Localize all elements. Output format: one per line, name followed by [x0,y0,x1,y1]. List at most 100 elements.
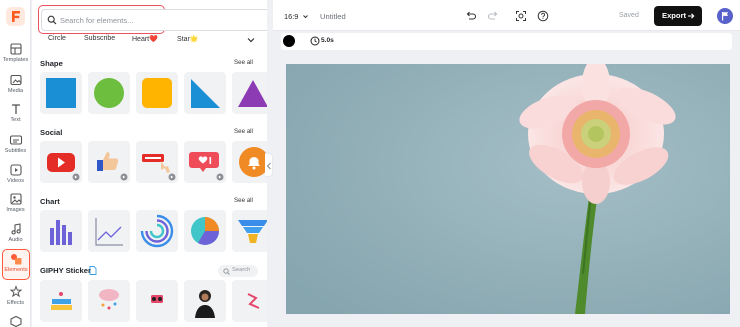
giphy-search-placeholder: Search [232,267,251,273]
youtube-play-icon [47,153,80,181]
social-tile-youtube[interactable] [40,141,82,183]
chip-circle[interactable]: Circle [48,35,66,42]
section-title-chart: Chart [40,197,60,206]
panel-collapse-handle[interactable] [265,153,273,177]
media-icon [9,74,22,86]
social-tile-subscribe[interactable] [136,141,178,183]
element-toolbar: 5.0s [281,33,732,50]
line-chart-icon [95,218,123,246]
export-label: Export [662,11,687,20]
giphy-sticker-misc[interactable] [232,280,267,322]
export-button[interactable]: Export [654,6,702,26]
chart-tile-pie[interactable] [184,210,226,252]
shape-tile-square[interactable] [40,72,82,114]
section-title-shape: Shape [40,59,63,68]
chip-heart[interactable]: Heart❤️ [132,35,158,43]
sidebar-item-label: Videos [6,178,24,184]
sidebar-item-effects[interactable]: Effects [0,283,31,314]
right-triangle-shape-icon [191,79,220,108]
help-icon[interactable] [537,10,549,22]
search-field[interactable] [41,9,267,31]
left-sidebar: Templates Media Text Subtitles Videos Im… [0,0,31,327]
save-status: Saved [619,12,639,19]
search-input[interactable] [60,12,260,28]
box-icon [9,315,22,327]
shape-tile-triangle[interactable] [232,72,267,114]
shape-tile-rounded-square[interactable] [136,72,178,114]
circle-shape-icon [94,78,124,108]
sidebar-item-templates[interactable]: Templates [0,40,31,71]
chart-tile-funnel[interactable] [232,210,267,252]
social-tile-thumbs-up[interactable] [88,141,130,183]
heart-notification-icon [189,152,224,181]
bell-notification-icon [239,147,267,177]
social-tile-like-notification[interactable] [184,141,226,183]
videos-icon [9,164,22,176]
giphy-sticker-cloud[interactable] [88,280,130,322]
capture-icon[interactable] [515,10,527,22]
background-color-swatch[interactable] [283,35,295,47]
chart-tile-bar[interactable] [40,210,82,252]
templates-icon [9,43,22,55]
project-title[interactable]: Untitled [320,12,346,21]
duration-control[interactable]: 5.0s [309,35,339,48]
shape-see-all-link[interactable]: See all [234,59,253,66]
chip-subscribe[interactable]: Subscribe [84,35,115,42]
shape-tile-right-triangle[interactable] [184,72,226,114]
audio-icon [10,223,21,235]
cloud-sticker-image [99,289,119,310]
giphy-sticker-birthday[interactable] [40,280,82,322]
images-icon [9,193,22,205]
search-icon [223,268,230,275]
subscribe-button-icon [142,154,176,181]
person-sticker-image [195,290,215,318]
elements-icon [11,254,22,265]
sidebar-item-text[interactable]: Text [0,100,31,131]
subtitles-icon [9,135,22,145]
sidebar-item-label: Audio [8,237,23,243]
canvas-image-pink-gerbera [286,64,730,314]
app-logo[interactable] [6,7,25,26]
quick-chips: Circle Subscribe Heart❤️ Star🌟 [40,35,265,47]
chip-star[interactable]: Star🌟 [177,35,199,43]
social-see-all-link[interactable]: See all [234,128,253,135]
aspect-ratio-select[interactable]: 16:9 [284,12,298,21]
file-icon [89,266,97,275]
chevron-down-icon[interactable] [245,34,257,46]
birthday-sticker-image [51,292,72,310]
undo-icon[interactable] [465,10,477,22]
chart-tile-radial[interactable] [136,210,178,252]
sidebar-item-audio[interactable]: Audio [0,220,31,251]
sidebar-item-more[interactable] [0,312,31,327]
chart-tile-line[interactable] [88,210,130,252]
shape-tile-circle[interactable] [88,72,130,114]
giphy-sticker-person[interactable] [184,280,226,322]
sidebar-item-images[interactable]: Images [0,190,31,221]
sidebar-item-media[interactable]: Media [0,71,31,102]
boombox-sticker-image [151,295,163,303]
rounded-square-shape-icon [142,78,172,108]
redo-icon[interactable] [487,10,499,22]
chart-see-all-link[interactable]: See all [234,197,253,204]
video-canvas[interactable] [286,64,730,314]
sidebar-item-label: Images [6,207,25,213]
social-tile-bell[interactable] [232,141,267,183]
square-shape-icon [46,78,76,108]
giphy-sticker-boombox[interactable] [136,280,178,322]
sidebar-item-videos[interactable]: Videos [0,161,31,192]
sidebar-item-elements[interactable]: Elements [2,249,30,280]
chevron-down-icon[interactable] [302,13,309,20]
elements-panel: Circle Subscribe Heart❤️ Star🌟 Shape See… [32,0,267,327]
giphy-search-input[interactable]: Search [218,265,258,277]
arrow-right-icon [688,13,695,19]
funnel-chart-icon [238,220,267,243]
duration-value: 5.0s [321,37,334,44]
search-icon [47,15,57,25]
sidebar-item-label: Media [7,88,24,94]
sidebar-item-label: Subtitles [4,148,27,154]
sidebar-item-subtitles[interactable]: Subtitles [0,131,31,162]
clock-icon [310,36,320,46]
user-avatar[interactable] [717,8,733,24]
radial-chart-icon [140,214,174,248]
bar-chart-icon [50,220,72,245]
